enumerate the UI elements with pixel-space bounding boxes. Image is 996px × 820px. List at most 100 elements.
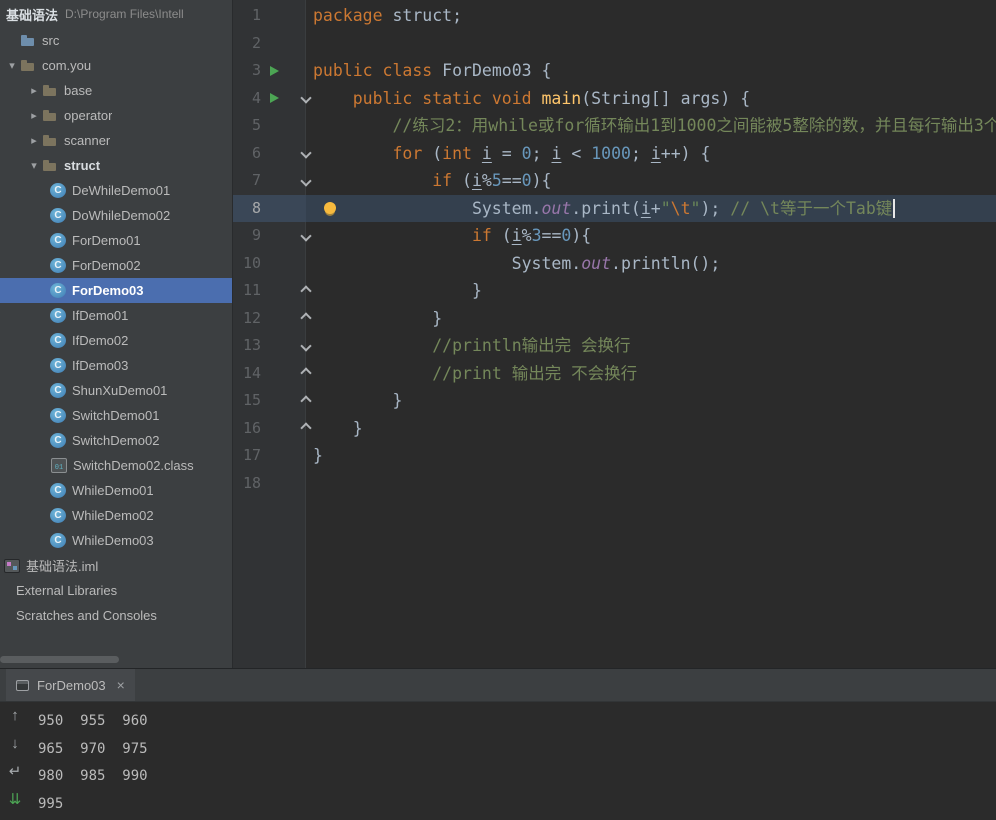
code-line[interactable]: for (int i = 0; i < 1000; i++) { bbox=[306, 140, 996, 168]
editor-lines: 1 package struct; 2 3 public class ForDemo03… bbox=[233, 0, 996, 497]
gutter: 10 bbox=[233, 250, 306, 278]
code-line[interactable]: //println输出完 会换行 bbox=[306, 332, 996, 360]
project-root-row[interactable]: 基础语法 D:\Program Files\Intell bbox=[0, 0, 232, 28]
tree-item-IfDemo03[interactable]: C IfDemo03 bbox=[0, 353, 232, 378]
editor-line-3[interactable]: 3 public class ForDemo03 { bbox=[233, 57, 996, 85]
editor-line-17[interactable]: 17} bbox=[233, 442, 996, 470]
editor-line-16[interactable]: 16 } bbox=[233, 415, 996, 443]
gutter: 4 bbox=[233, 85, 312, 113]
class-icon: C bbox=[50, 183, 66, 198]
gutter: 16 bbox=[233, 415, 312, 443]
intention-bulb-icon[interactable] bbox=[324, 201, 336, 214]
code-token: } bbox=[313, 391, 403, 410]
tree-item-ForDemo03[interactable]: C ForDemo03 bbox=[0, 278, 232, 303]
tree-item-ShunXuDemo01[interactable]: C ShunXuDemo01 bbox=[0, 378, 232, 403]
code-token: } bbox=[313, 308, 443, 328]
tree-item-SwitchDemo02[interactable]: C SwitchDemo02 bbox=[0, 428, 232, 453]
tree-item-ForDemo02[interactable]: C ForDemo02 bbox=[0, 253, 232, 278]
code-line[interactable] bbox=[306, 470, 996, 498]
gutter: 7 bbox=[233, 167, 312, 195]
code-line[interactable]: } bbox=[306, 387, 996, 415]
code-line[interactable]: if (i%3==0){ bbox=[306, 222, 996, 250]
tree-chevron-right-icon[interactable]: ▸ bbox=[26, 84, 42, 97]
editor-line-11[interactable]: 11 } bbox=[233, 277, 996, 305]
editor-line-7[interactable]: 7 if (i%5==0){ bbox=[233, 167, 996, 195]
soft-wrap-icon[interactable]: ↵ bbox=[9, 763, 22, 781]
editor-line-4[interactable]: 4 public static void main(String[] args)… bbox=[233, 85, 996, 113]
tree-item-SwitchDemo01[interactable]: C SwitchDemo01 bbox=[0, 403, 232, 428]
tree-item-scanner[interactable]: ▸ scanner bbox=[0, 128, 232, 153]
code-editor[interactable]: 1 package struct; 2 3 public class ForDemo03… bbox=[233, 0, 996, 668]
up-stack-trace-icon[interactable]: ↑ bbox=[11, 707, 19, 725]
tab-close-icon[interactable]: × bbox=[117, 677, 125, 693]
tree-item-External Libraries[interactable]: External Libraries bbox=[0, 578, 232, 603]
tree-item-SwitchDemo02.class[interactable]: 01 SwitchDemo02.class bbox=[0, 453, 232, 478]
tree-item-label: ForDemo02 bbox=[72, 258, 141, 273]
run-tab-fordemo03[interactable]: ForDemo03 × bbox=[6, 669, 135, 701]
code-line[interactable]: //练习2：用while或for循环输出1到1000之间能被5整除的数，并且每行… bbox=[306, 112, 996, 140]
line-number: 8 bbox=[251, 198, 261, 217]
editor-line-12[interactable]: 12 } bbox=[233, 305, 996, 333]
tree-item-label: ShunXuDemo01 bbox=[72, 383, 168, 398]
package-icon bbox=[42, 83, 58, 99]
code-line[interactable]: } bbox=[306, 277, 996, 305]
editor-line-18[interactable]: 18 bbox=[233, 470, 996, 498]
code-line[interactable]: System.out.print(i+"\t"); // \t等于一个Tab键 bbox=[306, 194, 996, 222]
tree-item-operator[interactable]: ▸ operator bbox=[0, 103, 232, 128]
code-token: ){ bbox=[531, 171, 552, 190]
tree-item-DoWhileDemo02[interactable]: C DoWhileDemo02 bbox=[0, 203, 232, 228]
gutter: 15 bbox=[233, 387, 312, 415]
line-number: 6 bbox=[251, 143, 261, 162]
code-line[interactable] bbox=[306, 30, 996, 58]
tree-item-src[interactable]: src bbox=[0, 28, 232, 53]
tree-item-Scratches and Consoles[interactable]: Scratches and Consoles bbox=[0, 603, 232, 628]
code-line[interactable]: package struct; bbox=[306, 2, 996, 30]
editor-line-15[interactable]: 15 } bbox=[233, 387, 996, 415]
console-output[interactable]: 950 955 960 965 970 975 980 985 990 995 bbox=[30, 708, 996, 820]
editor-line-2[interactable]: 2 bbox=[233, 30, 996, 58]
tree-item-IfDemo02[interactable]: C IfDemo02 bbox=[0, 328, 232, 353]
editor-line-6[interactable]: 6 for (int i = 0; i < 1000; i++) { bbox=[233, 140, 996, 168]
tree-chevron-down-icon[interactable]: ▾ bbox=[4, 59, 20, 72]
code-line[interactable]: System.out.println(); bbox=[306, 250, 996, 278]
gutter: 14 bbox=[233, 360, 312, 388]
editor-line-1[interactable]: 1 package struct; bbox=[233, 2, 996, 30]
code-token: " bbox=[660, 198, 671, 218]
class-icon: C bbox=[50, 308, 66, 323]
code-line[interactable]: //print 输出完 不会换行 bbox=[306, 360, 996, 388]
tree-item-base[interactable]: ▸ base bbox=[0, 78, 232, 103]
editor-line-8[interactable]: 8 System.out.print(i+"\t"); // \t等于一个Tab… bbox=[233, 194, 996, 222]
scroll-to-end-icon[interactable]: ⇊ bbox=[9, 791, 22, 809]
tree-item-IfDemo01[interactable]: C IfDemo01 bbox=[0, 303, 232, 328]
project-path: D:\Program Files\Intell bbox=[65, 7, 184, 21]
tree-item-WhileDemo03[interactable]: C WhileDemo03 bbox=[0, 528, 232, 553]
editor-line-5[interactable]: 5 //练习2：用while或for循环输出1到1000之间能被5整除的数，并且… bbox=[233, 112, 996, 140]
tree-item-基础语法.iml[interactable]: 基础语法.iml bbox=[0, 553, 232, 578]
run-icon[interactable] bbox=[269, 93, 279, 104]
tree-item-com.you[interactable]: ▾ com.you bbox=[0, 53, 232, 78]
run-icon[interactable] bbox=[269, 65, 279, 76]
code-line[interactable]: } bbox=[306, 305, 996, 333]
tree-item-struct[interactable]: ▾ struct bbox=[0, 153, 232, 178]
tree-item-WhileDemo01[interactable]: C WhileDemo01 bbox=[0, 478, 232, 503]
code-token: } bbox=[313, 281, 482, 300]
code-line[interactable]: } bbox=[306, 415, 996, 443]
code-line[interactable]: if (i%5==0){ bbox=[306, 167, 996, 195]
code-line[interactable]: public static void main(String[] args) { bbox=[306, 85, 996, 113]
code-line[interactable]: } bbox=[306, 442, 996, 470]
code-line[interactable]: public class ForDemo03 { bbox=[306, 57, 996, 85]
editor-line-10[interactable]: 10 System.out.println(); bbox=[233, 250, 996, 278]
editor-line-13[interactable]: 13 //println输出完 会换行 bbox=[233, 332, 996, 360]
tree-item-ForDemo01[interactable]: C ForDemo01 bbox=[0, 228, 232, 253]
project-hscrollbar-thumb[interactable] bbox=[0, 656, 119, 663]
tree-chevron-right-icon[interactable]: ▸ bbox=[26, 109, 42, 122]
tree-item-WhileDemo02[interactable]: C WhileDemo02 bbox=[0, 503, 232, 528]
down-stack-trace-icon[interactable]: ↓ bbox=[11, 735, 19, 753]
editor-line-9[interactable]: 9 if (i%3==0){ bbox=[233, 222, 996, 250]
code-token: // \t等于一个Tab键 bbox=[730, 198, 893, 218]
tree-item-DeWhileDemo01[interactable]: C DeWhileDemo01 bbox=[0, 178, 232, 203]
tree-chevron-right-icon[interactable]: ▸ bbox=[26, 134, 42, 147]
editor-line-14[interactable]: 14 //print 输出完 不会换行 bbox=[233, 360, 996, 388]
tree-chevron-down-icon[interactable]: ▾ bbox=[26, 159, 42, 172]
